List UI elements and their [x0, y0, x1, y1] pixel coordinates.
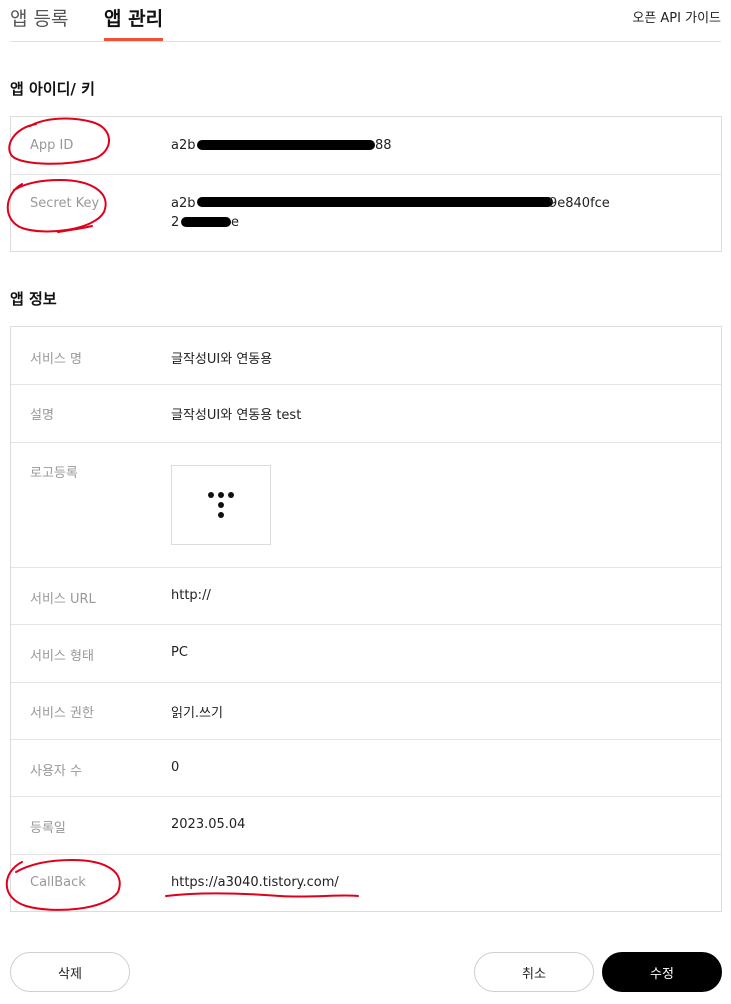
logo-dot	[208, 492, 214, 498]
service-url-label: 서비스 URL	[30, 592, 96, 607]
logo-row: 로고등록	[11, 443, 721, 568]
tab-app-register[interactable]: 앱 등록	[10, 4, 68, 31]
user-count-row: 사용자 수 0	[11, 740, 721, 797]
service-permission-label: 서비스 권한	[30, 706, 94, 721]
secret-key-value-prefix: a2b	[171, 196, 196, 211]
redaction-mark	[181, 217, 231, 227]
description-value: 글작성UI와 연동용 test	[171, 408, 302, 423]
user-count-value: 0	[171, 760, 180, 775]
service-name-row: 서비스 명 글작성UI와 연동용	[11, 327, 721, 385]
open-api-guide-link[interactable]: 오픈 API 가이드	[632, 7, 721, 26]
registration-date-row: 등록일 2023.05.04	[11, 797, 721, 855]
app-info-panel: 서비스 명 글작성UI와 연동용 설명 글작성UI와 연동용 test 로고등록…	[10, 326, 722, 912]
tab-app-manage[interactable]: 앱 관리	[104, 4, 163, 31]
logo-dot	[228, 492, 234, 498]
service-name-label: 서비스 명	[30, 352, 82, 367]
service-type-row: 서비스 형태 PC	[11, 625, 721, 683]
service-name-value: 글작성UI와 연동용	[171, 352, 273, 367]
cancel-button[interactable]: 취소	[474, 952, 594, 992]
delete-button[interactable]: 삭제	[10, 952, 130, 992]
app-keys-section-title: 앱 아이디/ 키	[10, 80, 95, 98]
service-permission-row: 서비스 권한 읽기.쓰기	[11, 683, 721, 740]
tab-bar: 앱 등록 앱 관리 오픈 API 가이드	[10, 0, 721, 42]
user-count-label: 사용자 수	[30, 764, 82, 779]
service-type-value: PC	[171, 645, 188, 660]
service-type-label: 서비스 형태	[30, 649, 94, 664]
app-logo[interactable]	[171, 465, 271, 545]
app-id-value-prefix: a2b	[171, 138, 196, 153]
logo-dot	[218, 512, 224, 518]
description-row: 설명 글작성UI와 연동용 test	[11, 385, 721, 443]
callback-value: https://a3040.tistory.com/	[171, 875, 339, 890]
service-permission-value: 읽기.쓰기	[171, 706, 223, 721]
app-id-value-suffix: 88	[375, 138, 392, 153]
registration-date-value: 2023.05.04	[171, 817, 246, 832]
redaction-mark	[197, 140, 375, 150]
description-label: 설명	[30, 408, 54, 423]
logo-dot	[218, 492, 224, 498]
logo-dot	[218, 502, 224, 508]
service-url-row: 서비스 URL http://	[11, 568, 721, 625]
callback-label: CallBack	[30, 875, 86, 890]
secret-key-line2-prefix: 2	[171, 215, 180, 230]
registration-date-label: 등록일	[30, 821, 66, 836]
secret-key-label: Secret Key	[30, 196, 100, 211]
app-id-label: App ID	[30, 138, 74, 153]
secret-key-line2-suffix: e	[231, 215, 239, 230]
app-id-row: App ID a2b 88	[11, 117, 721, 175]
callback-row: CallBack https://a3040.tistory.com/	[11, 855, 721, 912]
secret-key-row: Secret Key a2b 9e840fce 2 e	[11, 175, 721, 252]
redaction-mark	[197, 197, 553, 207]
edit-button[interactable]: 수정	[602, 952, 722, 992]
active-tab-indicator	[104, 38, 163, 41]
app-info-section-title: 앱 정보	[10, 290, 57, 308]
service-url-value: http://	[171, 588, 211, 603]
logo-label: 로고등록	[30, 466, 78, 481]
secret-key-value-suffix: 9e840fce	[549, 196, 610, 211]
app-keys-panel: App ID a2b 88 Secret Key a2b 9e840fce 2 …	[10, 116, 722, 252]
